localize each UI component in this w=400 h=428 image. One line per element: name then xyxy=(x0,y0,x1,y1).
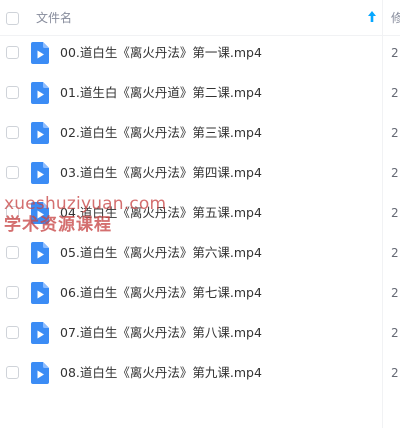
file-modified: 2 xyxy=(391,86,399,100)
file-modified: 2 xyxy=(391,206,399,220)
file-row[interactable]: 06.道白生《离火丹法》第七课.mp4 2 xyxy=(0,273,400,313)
video-file-icon xyxy=(31,122,49,144)
video-file-icon xyxy=(31,162,49,184)
file-name[interactable]: 02.道白生《离火丹法》第三课.mp4 xyxy=(60,124,262,142)
file-modified: 2 xyxy=(391,366,399,380)
video-file-icon xyxy=(31,322,49,344)
video-file-icon xyxy=(31,242,49,264)
file-row[interactable]: 02.道白生《离火丹法》第三课.mp4 2 xyxy=(0,113,400,153)
file-name[interactable]: 01.道生白《离火丹道》第二课.mp4 xyxy=(60,84,262,102)
file-modified: 2 xyxy=(391,246,399,260)
file-name[interactable]: 08.道白生《离火丹法》第九课.mp4 xyxy=(60,364,262,382)
file-modified: 2 xyxy=(391,46,399,60)
row-checkbox[interactable] xyxy=(6,246,19,259)
row-checkbox[interactable] xyxy=(6,166,19,179)
row-checkbox[interactable] xyxy=(6,126,19,139)
file-name[interactable]: 05.道白生《离火丹法》第六课.mp4 xyxy=(60,244,262,262)
file-modified: 2 xyxy=(391,166,399,180)
file-name[interactable]: 06.道白生《离火丹法》第七课.mp4 xyxy=(60,284,262,302)
file-name[interactable]: 00.道白生《离火丹法》第一课.mp4 xyxy=(60,44,262,62)
video-file-icon xyxy=(31,82,49,104)
file-row[interactable]: 00.道白生《离火丹法》第一课.mp4 2 xyxy=(0,33,400,73)
row-checkbox[interactable] xyxy=(6,206,19,219)
video-file-icon xyxy=(31,282,49,304)
file-row[interactable]: 08.道白生《离火丹法》第九课.mp4 2 xyxy=(0,353,400,393)
file-modified: 2 xyxy=(391,286,399,300)
file-name[interactable]: 04.道白生《离火丹法》第五课.mp4 xyxy=(60,204,262,222)
row-checkbox[interactable] xyxy=(6,366,19,379)
row-checkbox[interactable] xyxy=(6,326,19,339)
list-header: 文件名 修 xyxy=(0,0,400,36)
file-row[interactable]: 01.道生白《离火丹道》第二课.mp4 2 xyxy=(0,73,400,113)
file-name[interactable]: 03.道白生《离火丹法》第四课.mp4 xyxy=(60,164,262,182)
row-checkbox[interactable] xyxy=(6,46,19,59)
file-name[interactable]: 07.道白生《离火丹法》第八课.mp4 xyxy=(60,324,262,342)
row-checkbox[interactable] xyxy=(6,86,19,99)
file-row[interactable]: 03.道白生《离火丹法》第四课.mp4 2 xyxy=(0,153,400,193)
file-row[interactable]: 04.道白生《离火丹法》第五课.mp4 2 xyxy=(0,193,400,233)
video-file-icon xyxy=(31,362,49,384)
column-header-name[interactable]: 文件名 xyxy=(36,9,72,27)
file-modified: 2 xyxy=(391,126,399,140)
video-file-icon xyxy=(31,42,49,64)
sort-ascending-arrow-icon[interactable] xyxy=(367,10,377,24)
video-file-icon xyxy=(31,202,49,224)
file-row[interactable]: 05.道白生《离火丹法》第六课.mp4 2 xyxy=(0,233,400,273)
file-modified: 2 xyxy=(391,326,399,340)
column-header-modified[interactable]: 修 xyxy=(391,9,400,27)
select-all-checkbox[interactable] xyxy=(6,12,19,25)
file-row[interactable]: 07.道白生《离火丹法》第八课.mp4 2 xyxy=(0,313,400,353)
file-list: 文件名 修 00.道白生《离火丹法》第一课.mp4 2 01.道生白《离火丹道》… xyxy=(0,0,400,428)
row-checkbox[interactable] xyxy=(6,286,19,299)
